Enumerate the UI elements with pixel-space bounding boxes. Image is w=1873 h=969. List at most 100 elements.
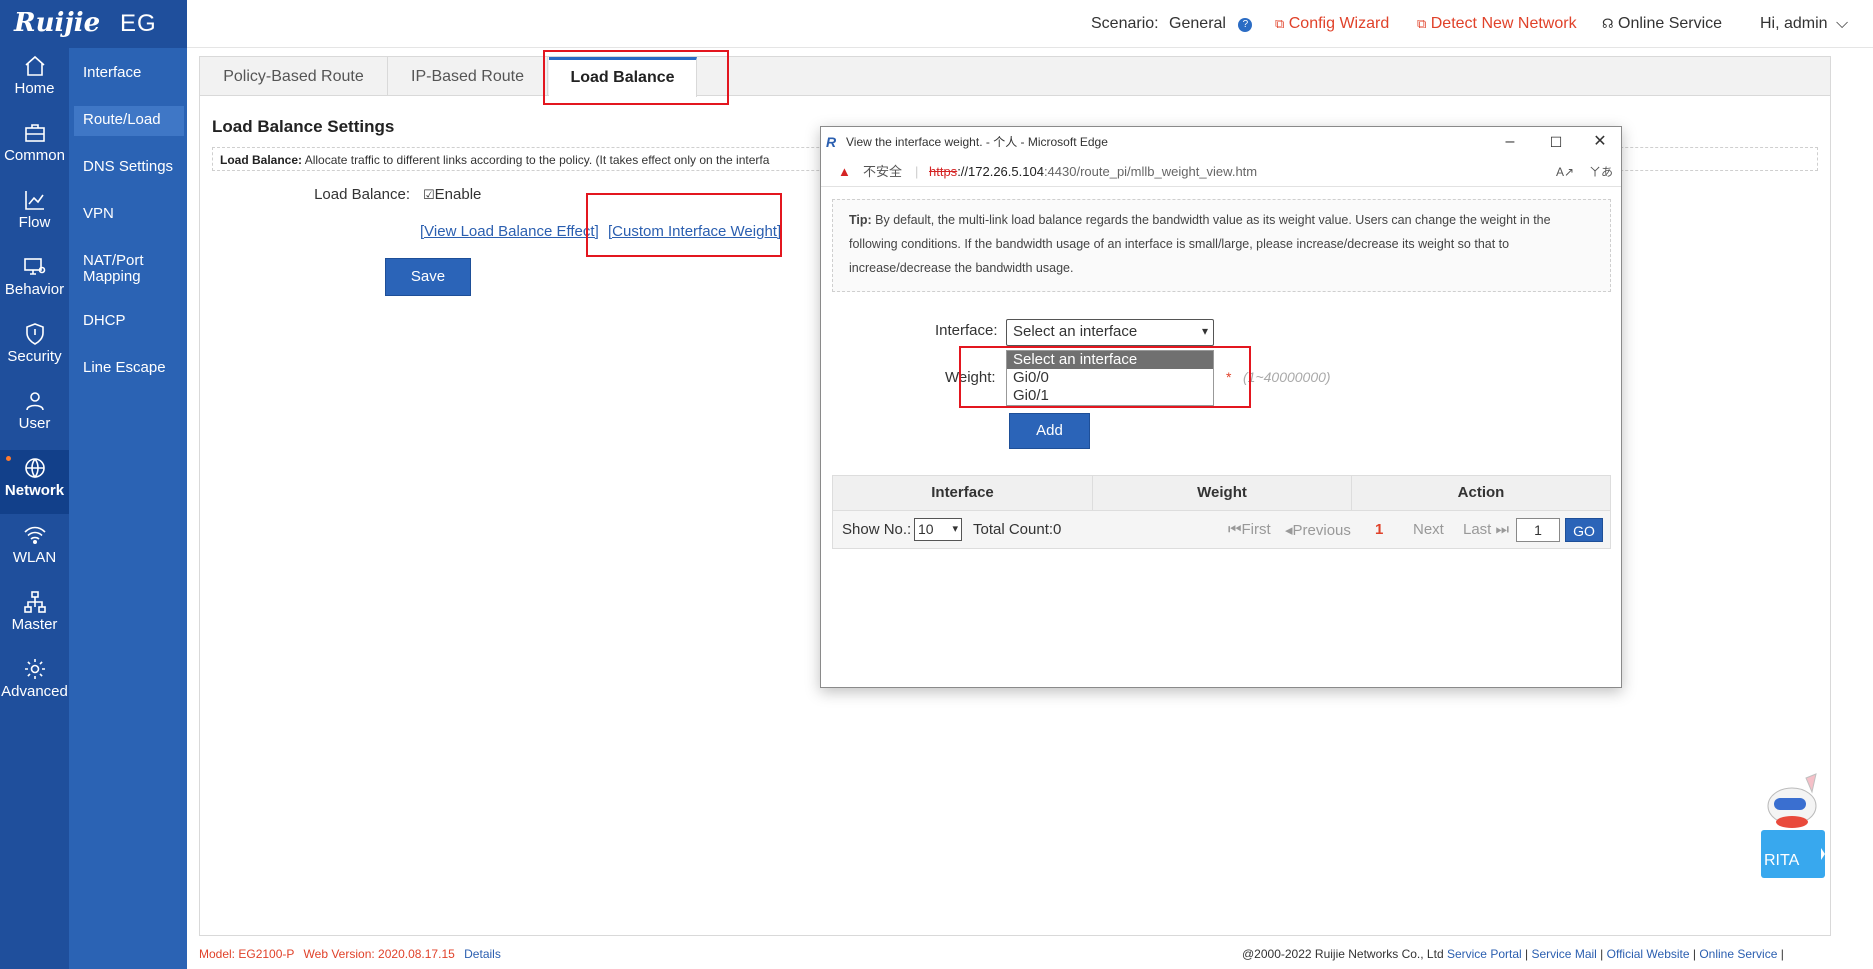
service-portal-link[interactable]: Service Portal bbox=[1447, 947, 1522, 961]
rail-label: Network bbox=[4, 482, 65, 499]
last-page-icon: ⏭ bbox=[1495, 521, 1510, 538]
footer-online-service-link[interactable]: Online Service bbox=[1699, 947, 1777, 961]
detect-icon: ⧉ bbox=[1417, 16, 1427, 31]
tab-ip-based-route[interactable]: IP-Based Route bbox=[388, 57, 548, 96]
model-value: EG2100-P bbox=[238, 947, 295, 961]
web-version-label: Web Version: bbox=[303, 947, 375, 961]
warning-icon: ▲ bbox=[838, 164, 851, 179]
footer: Model: EG2100-P Web Version: 2020.08.17.… bbox=[187, 940, 1873, 969]
weight-range-hint: (1~40000000) bbox=[1243, 369, 1331, 385]
first-page-button[interactable]: ⏮First bbox=[1228, 521, 1271, 538]
subnav-item-line-escape[interactable]: Line Escape bbox=[74, 354, 184, 384]
interface-label: Interface: bbox=[935, 322, 998, 339]
rail-label: Common bbox=[4, 147, 65, 164]
load-balance-label: Load Balance: bbox=[314, 186, 410, 203]
online-service-link[interactable]: ☊ Online Service bbox=[1602, 15, 1722, 33]
tab-bar: Policy-Based Route IP-Based Route Load B… bbox=[200, 57, 1830, 97]
rail-item-common[interactable]: Common bbox=[0, 115, 69, 179]
minimize-icon[interactable]: – bbox=[1487, 127, 1533, 157]
scenario-value: General bbox=[1169, 15, 1226, 32]
chevron-down-icon: ⌵ bbox=[1836, 15, 1849, 32]
maximize-icon[interactable]: ☐ bbox=[1533, 127, 1579, 157]
wifi-icon bbox=[23, 526, 46, 544]
network-tree-icon bbox=[23, 591, 46, 613]
url-path: :4430/route_pi/mllb_weight_view.htm bbox=[1043, 164, 1258, 179]
rail-item-wlan[interactable]: WLAN bbox=[0, 517, 69, 581]
last-page-button[interactable]: Last ⏭ bbox=[1463, 521, 1509, 538]
top-bar: Scenario: General ? ⧉ Config Wizard ⧉ De… bbox=[187, 0, 1873, 48]
chevron-down-icon: ▾ bbox=[1201, 324, 1208, 338]
app-icon: R bbox=[826, 134, 837, 150]
user-menu[interactable]: Hi, admin ⌵ bbox=[1760, 15, 1848, 33]
previous-label: Previous bbox=[1292, 522, 1351, 539]
tip-text: By default, the multi-link load balance … bbox=[849, 213, 1551, 275]
show-no-select[interactable]: 10 ▾ bbox=[914, 518, 962, 541]
rail-item-flow[interactable]: Flow bbox=[0, 182, 69, 246]
total-count: Total Count:0 bbox=[973, 521, 1062, 538]
config-wizard-link[interactable]: ⧉ Config Wizard bbox=[1275, 15, 1389, 33]
rail-label: User bbox=[18, 415, 51, 432]
rail-item-home[interactable]: Home bbox=[0, 48, 69, 112]
rail-item-network[interactable]: Network bbox=[0, 450, 69, 514]
rail-item-user[interactable]: User bbox=[0, 383, 69, 447]
save-button[interactable]: Save bbox=[385, 258, 471, 296]
rail-label: WLAN bbox=[12, 549, 57, 566]
first-label: First bbox=[1241, 521, 1271, 538]
interface-select[interactable]: Select an interface ▾ bbox=[1006, 319, 1214, 346]
weight-table-header: Interface Weight Action bbox=[832, 475, 1611, 511]
rita-assistant[interactable]: RITA bbox=[1758, 772, 1828, 880]
subnav-item-route-load[interactable]: Route/Load bbox=[74, 106, 184, 136]
rail-item-security[interactable]: Security bbox=[0, 316, 69, 380]
go-button[interactable]: GO bbox=[1565, 518, 1603, 542]
read-aloud-icon[interactable]: A↗ bbox=[1556, 157, 1574, 187]
rail-item-advanced[interactable]: Advanced bbox=[0, 651, 69, 715]
window-title: View the interface weight. - 个人 - Micros… bbox=[846, 135, 1108, 149]
logo-bar: Ruijie EG bbox=[0, 0, 187, 48]
online-service-label: Online Service bbox=[1618, 15, 1723, 32]
col-action: Action bbox=[1457, 484, 1505, 501]
detect-network-label: Detect New Network bbox=[1430, 15, 1577, 32]
rail-item-master[interactable]: Master bbox=[0, 584, 69, 648]
scenario-selector[interactable]: Scenario: General ? bbox=[1091, 15, 1253, 33]
tab-policy-based-route[interactable]: Policy-Based Route bbox=[200, 57, 388, 96]
subnav-item-nat-port-mapping[interactable]: NAT/Port Mapping bbox=[74, 247, 164, 287]
rail-label: Security bbox=[7, 348, 62, 365]
close-icon[interactable]: ✕ bbox=[1577, 127, 1623, 157]
home-icon bbox=[24, 55, 45, 76]
footer-model: Model: EG2100-P Web Version: 2020.08.17.… bbox=[199, 940, 501, 969]
next-page-button[interactable]: Next bbox=[1413, 521, 1444, 538]
show-no-value: 10 bbox=[918, 521, 934, 537]
subnav-item-dns-settings[interactable]: DNS Settings bbox=[74, 153, 184, 183]
add-button[interactable]: Add bbox=[1009, 413, 1090, 449]
chevron-down-icon: ▾ bbox=[952, 523, 958, 535]
rail-label: Master bbox=[11, 616, 58, 633]
interface-select-value: Select an interface bbox=[1013, 323, 1138, 340]
translate-icon[interactable]: ㄚあ bbox=[1589, 157, 1613, 187]
chart-icon bbox=[24, 191, 44, 210]
col-weight: Weight bbox=[1093, 476, 1352, 510]
highlight-box-link bbox=[586, 193, 782, 257]
enable-label: Enable bbox=[434, 186, 482, 203]
subnav-item-dhcp[interactable]: DHCP bbox=[74, 307, 184, 337]
details-link[interactable]: Details bbox=[464, 947, 501, 961]
previous-page-button[interactable]: ◂Previous bbox=[1285, 521, 1351, 539]
url-text: https://172.26.5.104:4430/route_pi/mllb_… bbox=[929, 157, 1257, 187]
subnav-item-vpn[interactable]: VPN bbox=[74, 200, 184, 230]
url-scheme: https bbox=[929, 164, 958, 179]
greeting-label: Hi, admin bbox=[1760, 15, 1828, 32]
view-load-balance-effect-link[interactable]: [View Load Balance Effect] bbox=[420, 223, 599, 240]
assistant-label: RITA bbox=[1764, 852, 1800, 869]
address-bar[interactable]: ▲ 不安全 | https://172.26.5.104:4430/route_… bbox=[821, 157, 1621, 187]
tip-box: Tip: By default, the multi-link load bal… bbox=[832, 199, 1611, 292]
service-mail-link[interactable]: Service Mail bbox=[1531, 947, 1596, 961]
tip-label: Tip: bbox=[849, 213, 872, 227]
rail-item-behavior[interactable]: Behavior bbox=[0, 249, 69, 313]
help-icon[interactable]: ? bbox=[1238, 18, 1253, 32]
enable-checkbox[interactable]: ☑Enable bbox=[423, 186, 481, 203]
globe-icon bbox=[24, 458, 45, 479]
official-website-link[interactable]: Official Website bbox=[1607, 947, 1690, 961]
subnav-item-interface[interactable]: Interface bbox=[74, 59, 184, 89]
detect-network-link[interactable]: ⧉ Detect New Network bbox=[1417, 15, 1577, 33]
highlight-box-dropdown bbox=[959, 346, 1251, 408]
page-number-input[interactable]: 1 bbox=[1516, 518, 1560, 542]
